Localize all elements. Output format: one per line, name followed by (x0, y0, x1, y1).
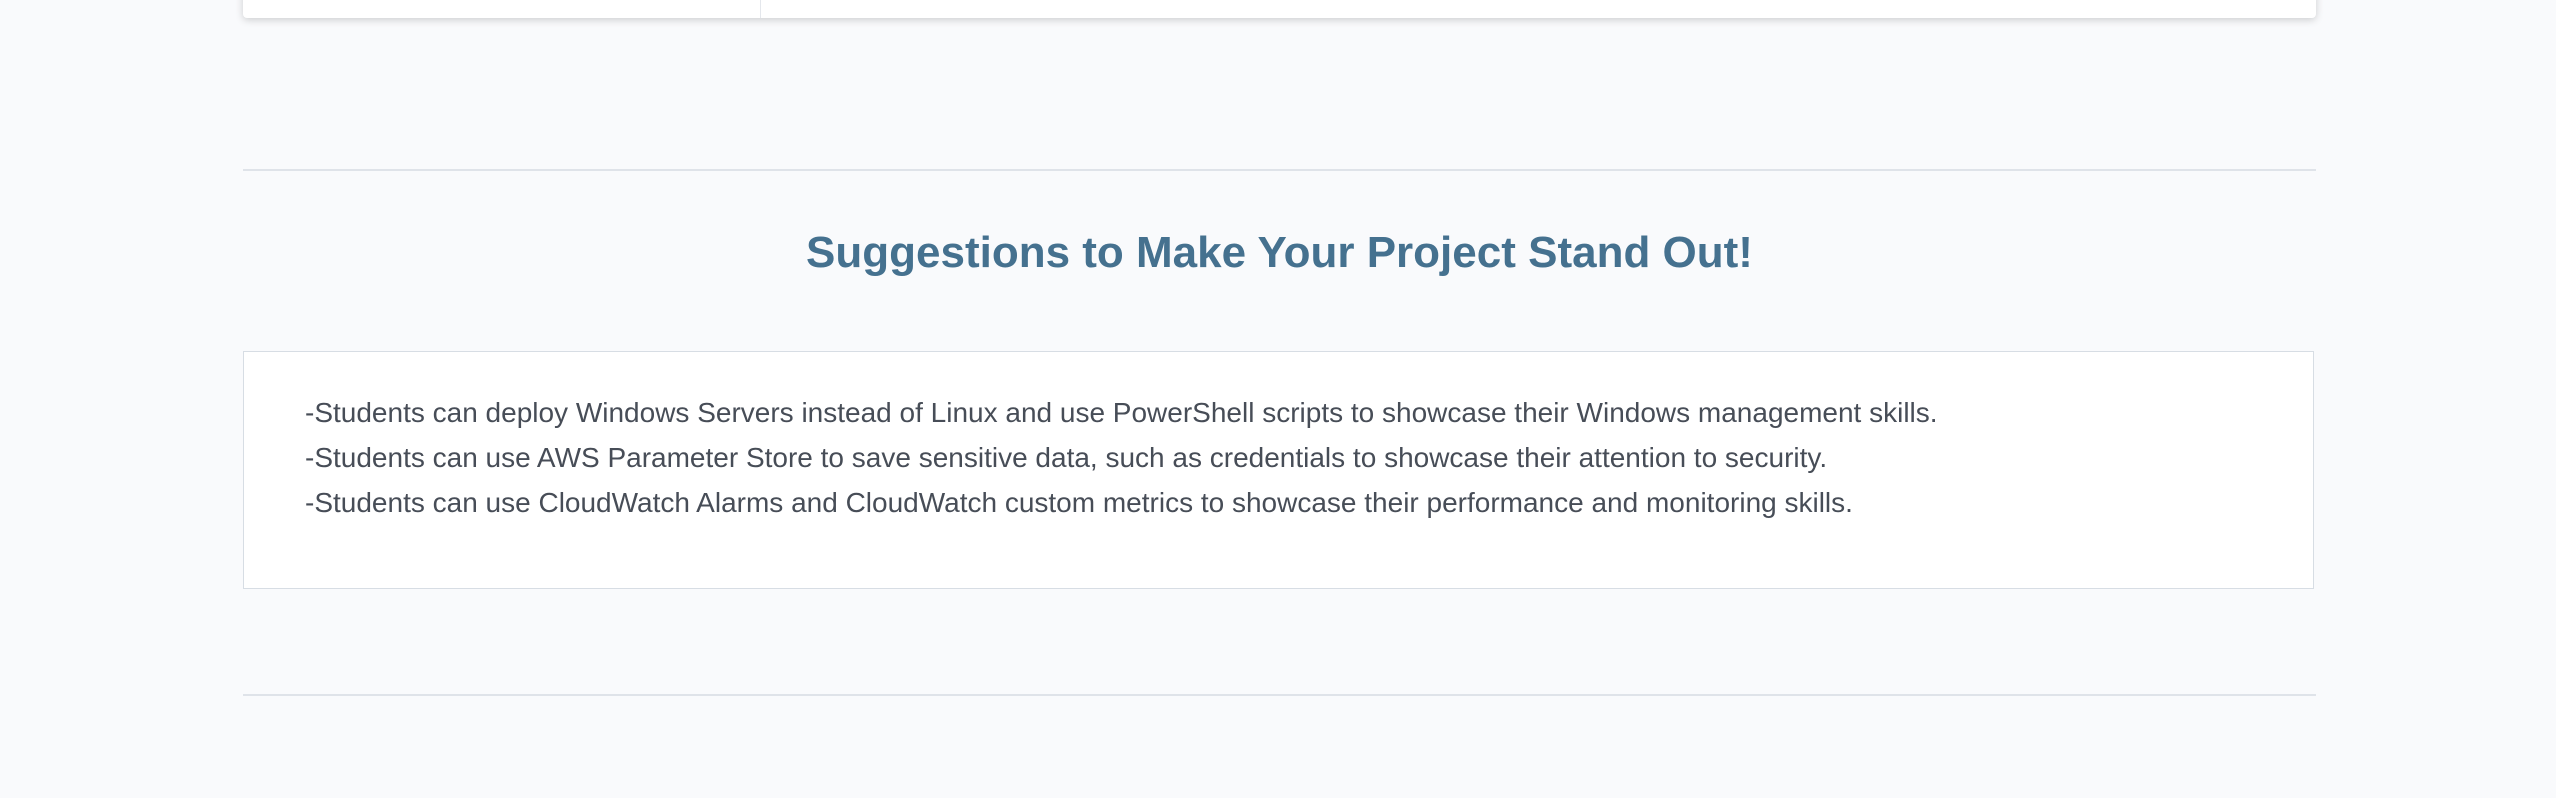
suggestion-item: -Students can use AWS Parameter Store to… (305, 442, 1828, 473)
suggestion-item: -Students can use CloudWatch Alarms and … (305, 487, 1853, 518)
suggestions-list: -Students can deploy Windows Servers ins… (244, 352, 2313, 525)
suggestion-item: -Students can deploy Windows Servers ins… (305, 397, 1938, 428)
suggestions-box: -Students can deploy Windows Servers ins… (243, 351, 2314, 589)
section-divider-top (243, 169, 2316, 171)
previous-section-card (243, 0, 2316, 18)
section-title: Suggestions to Make Your Project Stand O… (806, 228, 1753, 277)
section-divider-bottom (243, 694, 2316, 696)
card-column-divider (760, 0, 761, 18)
